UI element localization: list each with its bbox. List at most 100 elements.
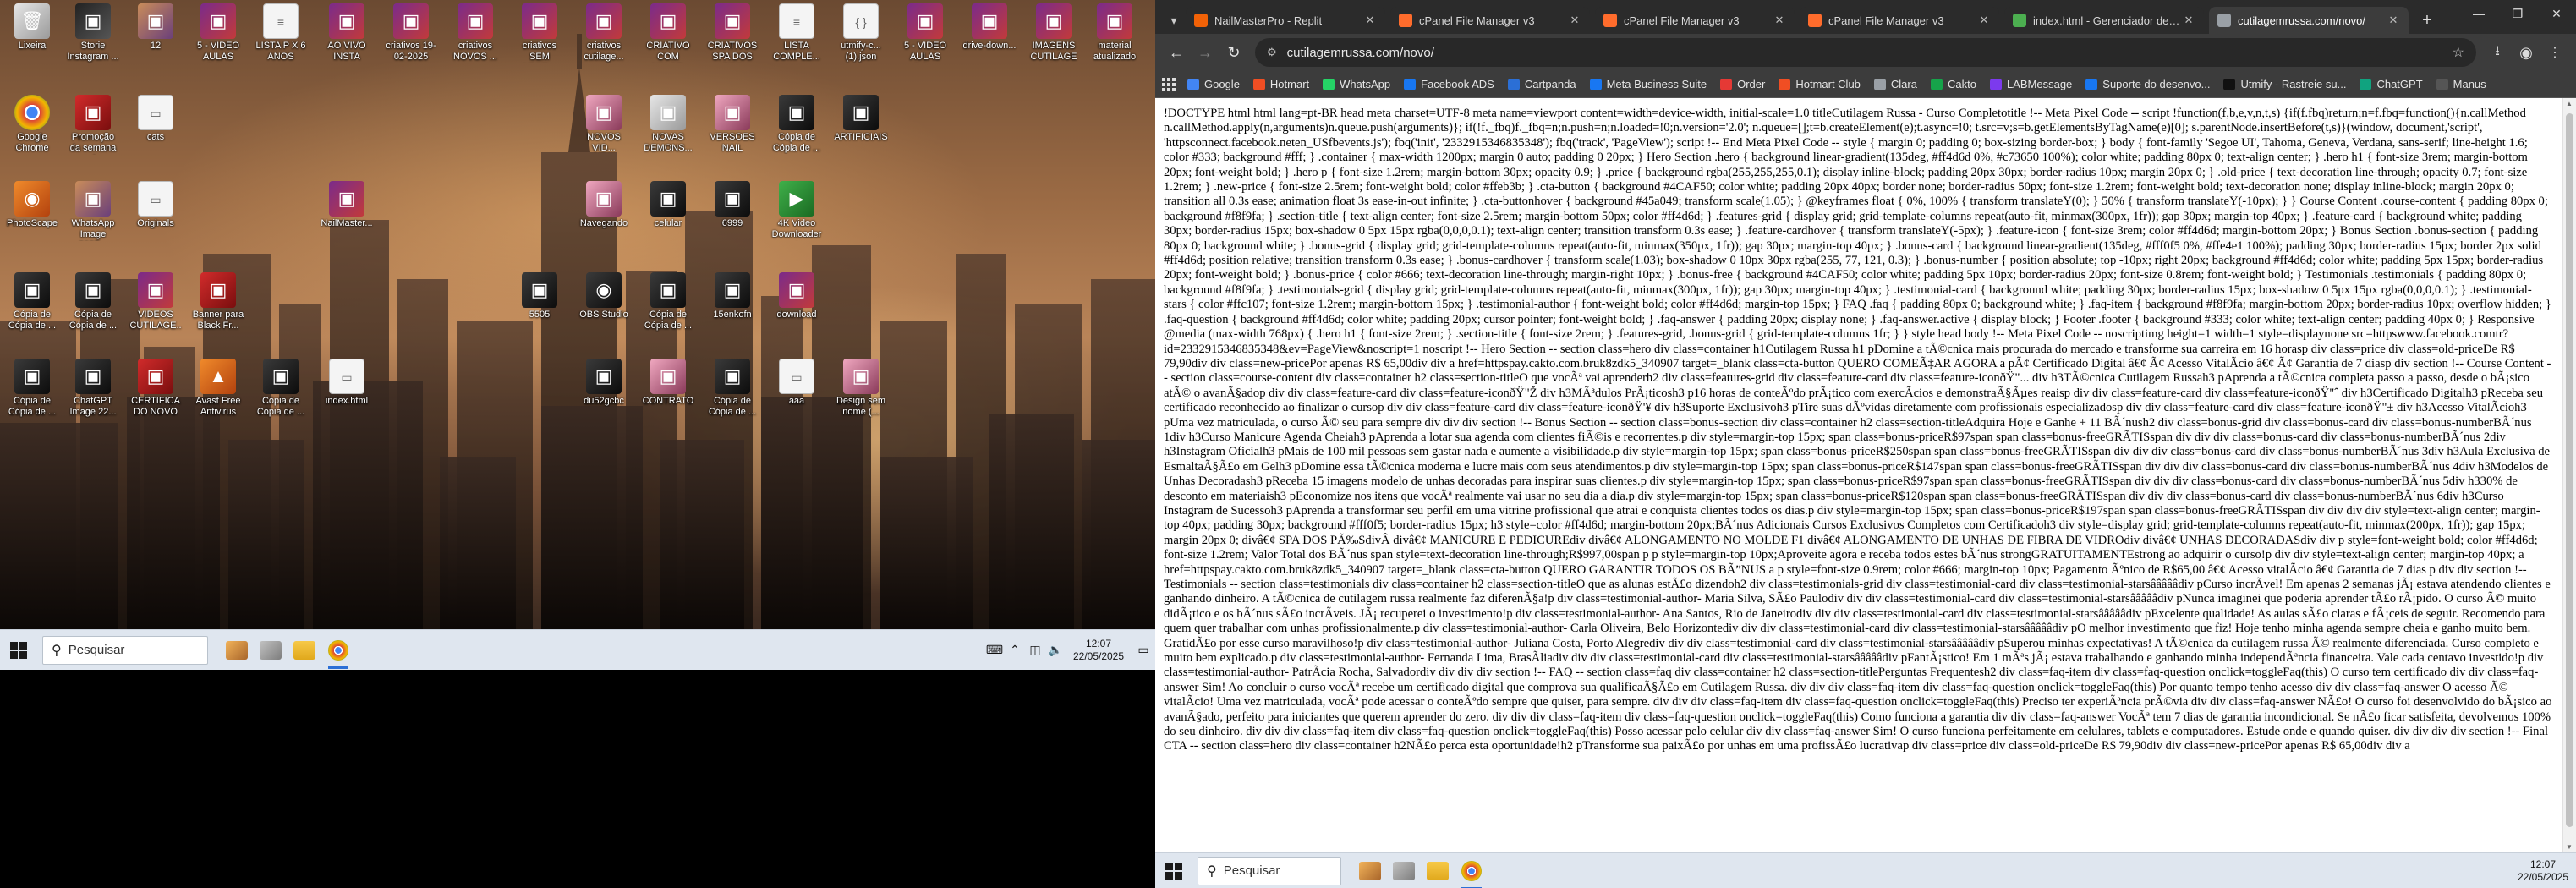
taskbar-app-task-view[interactable]: [1387, 851, 1421, 888]
desktop-icon[interactable]: ▣ ChatGPT Image 22...: [66, 359, 120, 418]
bookmark-item[interactable]: Order: [1720, 78, 1765, 90]
profile-avatar[interactable]: ◉: [2512, 38, 2540, 67]
new-tab-button[interactable]: +: [2414, 7, 2441, 34]
desktop-icon[interactable]: ▣ 6999: [705, 181, 759, 229]
tab-close-icon[interactable]: ✕: [1363, 14, 1377, 27]
bookmark-item[interactable]: Meta Business Suite: [1589, 78, 1707, 90]
bookmark-item[interactable]: Cakto: [1930, 78, 1976, 90]
desktop-icon[interactable]: { } utmify-c... (1).json: [834, 3, 888, 63]
desktop-icon[interactable]: ▭ cats: [129, 95, 183, 143]
desktop-icon[interactable]: ▣ du52gcbc: [577, 359, 631, 407]
vertical-scrollbar[interactable]: ▲ ▼: [2562, 98, 2576, 852]
taskbar-search-box[interactable]: ⚲ Pesquisar: [42, 635, 208, 665]
site-info-icon[interactable]: ⚙: [1267, 46, 1277, 59]
desktop-icon[interactable]: ▣ CONTRATO: [641, 359, 695, 407]
desktop-icon[interactable]: ▣ Cópia de Cópia de ...: [705, 359, 759, 418]
bookmark-item[interactable]: ChatGPT: [2360, 78, 2423, 90]
tab[interactable]: cPanel File Manager v3 ✕: [1595, 7, 1795, 34]
desktop-icon[interactable]: ▣Promoção da semana nai...: [66, 95, 120, 155]
desktop-icon[interactable]: ▣ Banner para Black Fr...: [191, 272, 245, 332]
network-icon[interactable]: ◫: [1025, 643, 1045, 657]
desktop-icon[interactable]: ▣CRIATIVO COM VALOR: [641, 3, 695, 63]
desktop-icon[interactable]: 🗑 Lixeira: [5, 3, 59, 52]
bookmark-item[interactable]: WhatsApp: [1323, 78, 1390, 90]
tab-search-button[interactable]: ▾: [1162, 7, 1186, 34]
taskbar-app-chrome[interactable]: [321, 630, 355, 671]
desktop-icon[interactable]: ▲ Avast Free Antivirus: [191, 359, 245, 418]
forward-arrow-icon[interactable]: →: [1191, 38, 1219, 67]
desktop-icon[interactable]: ▣ NailMaster...: [320, 181, 374, 229]
keyboard-icon[interactable]: ⌨: [984, 643, 1005, 657]
desktop-icon[interactable]: ▣WhatsApp Image 2025...: [66, 181, 120, 241]
tab-close-icon[interactable]: ✕: [2387, 14, 2400, 27]
desktop-icon[interactable]: ▣ material atualizado: [1088, 3, 1142, 63]
scrollbar-thumb[interactable]: [2566, 113, 2573, 827]
taskbar-clock[interactable]: 12:07 22/05/2025: [1066, 638, 1132, 663]
bookmark-item[interactable]: Manus: [2436, 78, 2486, 90]
desktop-icon[interactable]: ▣5 - VIDEO AULAS DO...: [898, 3, 952, 63]
tab-close-icon[interactable]: ✕: [1977, 14, 1991, 27]
desktop-icon[interactable]: ▣ 15enkofn: [705, 272, 759, 321]
volume-icon[interactable]: 🔈: [1045, 643, 1066, 657]
bookmark-item[interactable]: Utmify - Rastreie su...: [2223, 78, 2346, 90]
desktop-icon[interactable]: ▣ criativos NOVOS ...: [448, 3, 502, 63]
desktop-icon[interactable]: ▣ drive-down...: [962, 3, 1017, 52]
close-icon[interactable]: ✕: [2537, 0, 2576, 27]
desktop-icon[interactable]: ▣ 5505: [512, 272, 567, 321]
bookmark-star-icon[interactable]: ☆: [2453, 44, 2464, 61]
address-bar[interactable]: ⚙ cutilagemrussa.com/novo/ ☆: [1255, 38, 2476, 67]
desktop-icon[interactable]: ▣ Navegando: [577, 181, 631, 229]
chevron-up-icon[interactable]: ⌃: [1005, 643, 1025, 657]
tab-close-icon[interactable]: ✕: [2182, 14, 2195, 27]
desktop-icon[interactable]: ≡ LISTA P X 6 ANOS: [254, 3, 308, 63]
tab-active[interactable]: cutilagemrussa.com/novo/ ✕: [2209, 7, 2409, 34]
bookmark-item[interactable]: Cartpanda: [1507, 78, 1576, 90]
desktop-icon[interactable]: ▣ AO VIVO INSTA: [320, 3, 374, 63]
desktop-icon[interactable]: ▣ Cópia de Cópia de ...: [254, 359, 308, 418]
desktop-icon[interactable]: ▣ Storie Instagram ...: [66, 3, 120, 63]
minimize-icon[interactable]: —: [2459, 0, 2498, 27]
desktop-icon[interactable]: ▣ celular: [641, 181, 695, 229]
bookmark-item[interactable]: Hotmart Club: [1779, 78, 1861, 90]
menu-kebab-icon[interactable]: ⋮: [2540, 38, 2569, 67]
desktop-icon[interactable]: ▣ NOVOS VID...: [577, 95, 631, 154]
tab[interactable]: cPanel File Manager v3 ✕: [1800, 7, 1999, 34]
start-button[interactable]: [0, 630, 37, 671]
reload-icon[interactable]: ↻: [1219, 38, 1248, 67]
taskbar-app-file-explorer[interactable]: [288, 630, 321, 671]
desktop-icon[interactable]: ▭ Originals: [129, 181, 183, 229]
desktop-icon[interactable]: ▣ Cópia de Cópia de ...: [5, 272, 59, 332]
taskbar-search-box-right[interactable]: ⚲ Pesquisar: [1198, 856, 1341, 885]
desktop-icon[interactable]: ▣ NOVAS DEMONS...: [641, 95, 695, 154]
desktop-icon[interactable]: ▣ Cópia de Cópia de ...: [66, 272, 120, 332]
notification-icon[interactable]: ▭: [1132, 643, 1155, 657]
bookmark-item[interactable]: Hotmart: [1252, 78, 1309, 90]
desktop-icon[interactable]: ▣ criativos cutilage...: [577, 3, 631, 63]
taskbar-app-widgets[interactable]: [1353, 851, 1387, 888]
tab[interactable]: cPanel File Manager v3 ✕: [1390, 7, 1590, 34]
desktop-icon[interactable]: ▭ aaa: [770, 359, 824, 407]
taskbar-app-chrome[interactable]: [1455, 851, 1488, 888]
maximize-icon[interactable]: ❐: [2498, 0, 2537, 27]
tab-close-icon[interactable]: ✕: [1773, 14, 1786, 27]
desktop-icon[interactable]: ◉ PhotoScape: [5, 181, 59, 229]
desktop-icon[interactable]: ▭ index.html: [320, 359, 374, 407]
desktop-icon[interactable]: Google Chrome: [5, 95, 59, 154]
taskbar-app-task-view[interactable]: [254, 630, 288, 671]
desktop-icon[interactable]: ▣ 12: [129, 3, 183, 52]
taskbar-clock-right[interactable]: 12:07 22/05/2025: [2510, 858, 2576, 884]
taskbar-app-file-explorer[interactable]: [1421, 851, 1455, 888]
desktop-icon[interactable]: ◉ OBS Studio: [577, 272, 631, 321]
tab[interactable]: index.html - Gerenciador de a... ✕: [2004, 7, 2204, 34]
bookmark-item[interactable]: Google: [1187, 78, 1240, 90]
desktop-icon[interactable]: ▣ Design sem nome (...: [834, 359, 888, 418]
tab-close-icon[interactable]: ✕: [1568, 14, 1581, 27]
desktop-icon[interactable]: ▣ Cópia de Cópia de ...: [641, 272, 695, 332]
desktop-icon[interactable]: ▣ ARTIFICIAIS: [834, 95, 888, 143]
scroll-up-icon[interactable]: ▲: [2566, 100, 2573, 107]
desktop-icon[interactable]: ▣ Cópia de Cópia de ...: [5, 359, 59, 418]
bookmark-item[interactable]: LABMessage: [1989, 78, 2072, 90]
start-button-right[interactable]: [1155, 851, 1192, 888]
desktop-icon[interactable]: ▣IMAGENS CUTILAGEM: [1027, 3, 1081, 63]
bookmark-item[interactable]: Suporte do desenvo...: [2085, 78, 2210, 90]
